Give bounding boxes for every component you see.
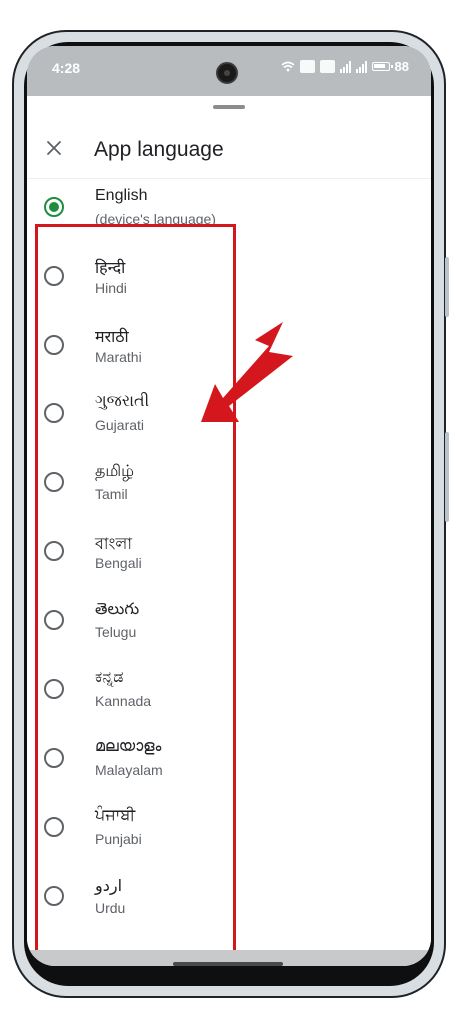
language-english-name: (device's language) [95, 211, 216, 227]
radio-button[interactable] [44, 403, 64, 423]
language-english-name: Tamil [95, 486, 128, 502]
sheet-header: App language [27, 122, 431, 179]
status-icons: 88 [281, 59, 409, 74]
language-option-punjabi[interactable]: ਪੰਜਾਬੀ Punjabi [27, 799, 431, 865]
language-option-kannada[interactable]: ಕನ್ನಡ Kannada [27, 661, 431, 727]
drag-handle[interactable] [213, 105, 245, 109]
wifi-icon [281, 61, 295, 72]
language-option-urdu[interactable]: اردو Urdu [27, 868, 431, 934]
radio-button[interactable] [44, 541, 64, 561]
signal-icon-2 [355, 60, 367, 73]
radio-button[interactable] [44, 610, 64, 630]
language-native-name: ਪੰਜਾਬੀ [95, 807, 136, 824]
volume-button [445, 257, 449, 317]
language-english-name: Urdu [95, 900, 126, 916]
language-english-name: Kannada [95, 693, 152, 709]
language-english-name: Malayalam [95, 762, 163, 778]
language-native-name: English [95, 187, 148, 204]
battery-icon [371, 62, 393, 71]
language-native-name: ಕನ್ನಡ [95, 669, 124, 686]
language-option-hindi[interactable]: हिन्दी Hindi [27, 248, 431, 314]
language-native-name: हिन्दी [95, 260, 126, 277]
radio-button[interactable] [44, 679, 64, 699]
language-native-name: தமிழ் [95, 463, 135, 480]
language-native-name: বাংলা [95, 536, 132, 553]
language-option-telugu[interactable]: తెలుగు Telugu [27, 592, 431, 658]
signal-icon [339, 60, 351, 73]
language-option-english[interactable]: English (device's language) [27, 179, 431, 245]
status-time: 4:28 [52, 60, 81, 76]
home-indicator[interactable] [173, 962, 283, 966]
language-option-marathi[interactable]: मराठी Marathi [27, 317, 431, 383]
language-english-name: Bengali [95, 555, 142, 571]
status-bar: 4:28 88 [27, 46, 431, 96]
radio-button[interactable] [44, 335, 64, 355]
language-native-name: తెలుగు [95, 601, 140, 618]
language-native-name: മലയാളം [95, 738, 162, 755]
battery-level: 88 [394, 59, 409, 74]
language-native-name: मराठी [95, 329, 129, 346]
language-option-tamil[interactable]: தமிழ் Tamil [27, 454, 431, 520]
language-english-name: Gujarati [95, 417, 145, 433]
volte-icon [299, 60, 315, 73]
radio-button[interactable] [44, 748, 64, 768]
language-option-malayalam[interactable]: മലയാളം Malayalam [27, 730, 431, 796]
language-native-name: اردو [95, 878, 123, 895]
front-camera-icon [216, 62, 238, 84]
screen: 4:28 88 App language English (device's l… [27, 46, 431, 966]
language-english-name: Hindi [95, 280, 127, 296]
language-english-name: Telugu [95, 624, 137, 640]
language-english-name: Marathi [95, 349, 142, 365]
language-option-bengali[interactable]: বাংলা Bengali [27, 523, 431, 589]
language-option-gujarati[interactable]: ગુજરાતી Gujarati [27, 385, 431, 451]
radio-button[interactable] [44, 472, 64, 492]
radio-button[interactable] [44, 817, 64, 837]
page-title: App language [94, 138, 224, 161]
language-english-name: Punjabi [95, 831, 142, 847]
radio-button[interactable] [44, 886, 64, 906]
power-button [445, 432, 449, 522]
radio-button-selected[interactable] [44, 197, 64, 217]
language-native-name: ગુજરાતી [95, 393, 150, 410]
volte-icon-2 [319, 60, 335, 73]
close-icon[interactable] [42, 136, 66, 160]
radio-button[interactable] [44, 266, 64, 286]
language-bottom-sheet: App language English (device's language)… [27, 96, 431, 966]
